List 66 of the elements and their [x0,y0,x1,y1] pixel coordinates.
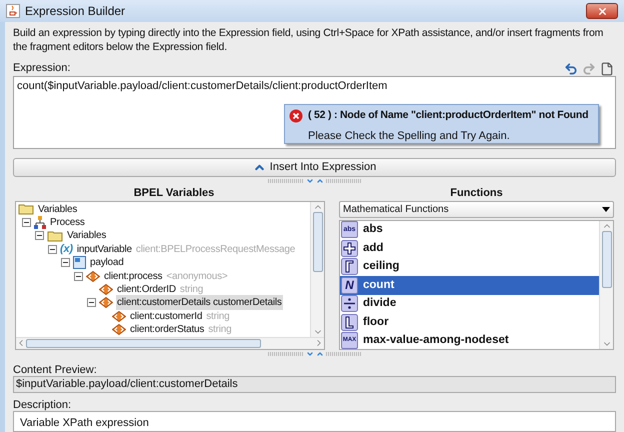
category-dropdown[interactable]: Mathematical Functions [339,200,614,218]
collapse-icon[interactable] [35,231,44,240]
message-icon [73,256,86,270]
vertical-scrollbar[interactable] [599,220,613,348]
folder-icon [47,230,63,242]
element-icon [86,270,100,282]
divide-icon [341,295,358,312]
collapse-down-icon[interactable] [306,176,314,184]
dropdown-arrow-icon [602,206,610,212]
tree-item[interactable]: client:OrderID [116,282,177,298]
expression-label: Expression: [13,60,70,76]
new-document-icon[interactable] [600,62,614,76]
java-cup-icon [6,4,20,18]
type-label: client:BPELProcessRequestMessage [136,242,296,257]
element-icon [99,297,113,308]
collapse-icon[interactable] [48,244,57,254]
element-icon [99,284,113,296]
content-preview-label: Content Preview: [13,362,98,376]
collapse-icon[interactable] [74,272,83,281]
vertical-scrollbar[interactable] [310,202,324,336]
horizontal-scrollbar[interactable] [16,336,324,348]
folder-icon [18,203,34,216]
error-title: ( 52 ) : Node of Name "client:productOrderItem" not Found [308,108,588,123]
tree-item[interactable]: Process [49,215,86,230]
hierarchy-icon [34,216,46,230]
function-item[interactable]: divide [340,294,599,313]
type-label: <anonymous> [166,270,228,284]
function-item[interactable]: add [340,239,599,258]
description-label: Description: [13,398,72,410]
function-item[interactable]: floor [340,313,599,332]
content-preview-field: $inputVariable.payload/client:customerDetails [13,376,616,392]
tree-item[interactable]: client:process [103,268,164,284]
collapse-icon[interactable] [61,258,70,268]
window-title: Expression Builder [25,3,126,20]
panel-title: Functions [450,186,503,198]
collapse-down-icon[interactable] [306,350,314,358]
tree-item[interactable]: inputVariable [76,242,133,257]
undo-icon[interactable] [564,62,578,76]
element-icon [112,310,126,322]
tree-item[interactable]: client:orderStatus [129,322,206,336]
instructions-text: Build an expression by typing directly into the Expression field, using Ctrl+Space for XPath assistance, and/or insert fragments from the fragment editors below the Expression field. [13,26,604,54]
tree-item[interactable]: client:customerId [129,308,204,324]
collapse-icon[interactable] [22,218,31,228]
type-label: string [208,323,232,336]
count-icon: N [341,276,358,294]
expression-field[interactable]: count($inputVariable.payload/client:customerDetails/client:productOrderItem ( 52 ) : Node of Name "client:productOrderItem" not Found Please Check the Spelling and Try Again. [13,76,616,149]
tree-item[interactable]: client:customerDetails customerDetails [116,295,283,310]
element-icon [112,324,126,336]
close-button[interactable] [586,3,618,19]
close-icon [596,6,608,16]
variable-icon: (x) [60,244,73,255]
description-text: Variable XPath expression [20,416,149,428]
collapse-icon[interactable] [87,298,96,308]
type-label: string [180,283,204,298]
panel-title: BPEL Variables [132,186,214,198]
tree-item[interactable]: Variables [66,228,108,244]
tree-item[interactable]: payload [89,255,125,270]
type-label: string [206,310,230,324]
error-icon [289,108,303,123]
function-item[interactable]: N count [340,276,599,294]
tree-item[interactable]: Variables [37,202,78,217]
insert-button[interactable]: Insert Into Expression [13,158,616,176]
collapse-up-icon[interactable] [316,176,324,184]
error-message: Please Check the Spelling and Try Again. [307,128,511,144]
collapse-up-icon[interactable] [316,350,324,358]
function-item[interactable]: ceiling [340,258,599,276]
